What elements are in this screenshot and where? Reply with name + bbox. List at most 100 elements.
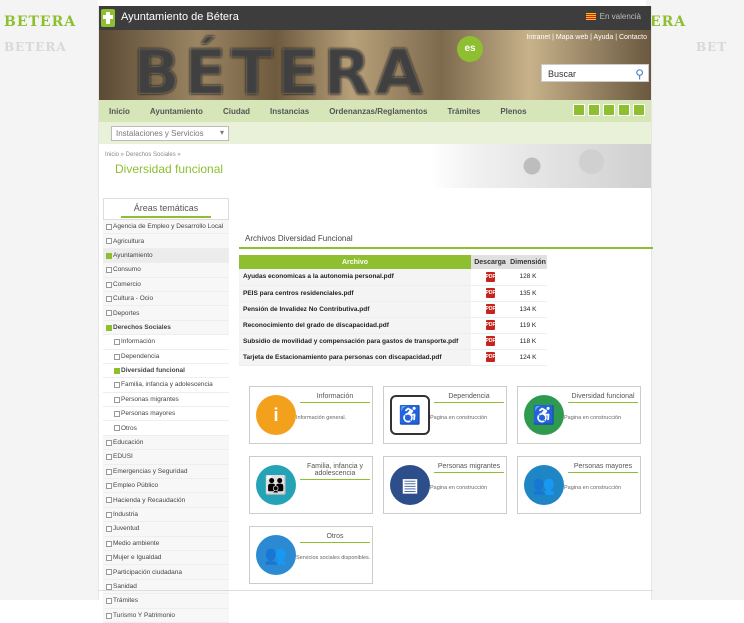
sidebar-item[interactable]: Familia, infancia y adolescencia	[103, 378, 229, 393]
sidebar-item[interactable]: Industria	[103, 507, 229, 523]
service-card[interactable]: 👥 Otros Servicios sociales disponibles.	[249, 526, 373, 584]
form-icon[interactable]	[588, 104, 600, 116]
file-name-link[interactable]: Ayudas economicas a la autonomia persona…	[239, 269, 471, 286]
banner: BÉTERA es Intranet | Mapa web | Ayuda | …	[99, 30, 651, 100]
sidebar-item[interactable]: Participación ciudadana	[103, 565, 229, 580]
language-switch[interactable]: En valencià	[585, 12, 641, 21]
service-card[interactable]: ♿ Dependencia Pagina en construcción	[383, 386, 507, 444]
service-card[interactable]: 👪 Familia, infancia y adolescencia	[249, 456, 373, 514]
pdf-download-icon[interactable]: PDF	[485, 352, 496, 362]
pdf-download-icon[interactable]: PDF	[485, 304, 496, 314]
sidebar-item[interactable]: Dependencia	[103, 349, 229, 364]
card-description: Pagina en construcción	[430, 485, 488, 491]
sidebar-item[interactable]: Información	[103, 335, 229, 350]
footer-divider	[99, 590, 653, 591]
sidebar-item[interactable]: Personas mayores	[103, 407, 229, 422]
sidebar-item[interactable]: Trámites	[103, 594, 229, 609]
family-icon: 👪	[256, 465, 296, 505]
sidebar-item[interactable]: Educación	[103, 435, 229, 451]
sidebar-item[interactable]: Comercio	[103, 277, 229, 292]
sidebar-item[interactable]: Consumo	[103, 263, 229, 278]
service-card[interactable]: ♿ Diversidad funcional Pagina en construcc…	[517, 386, 641, 444]
calendar-icon[interactable]	[603, 104, 615, 116]
sidebar: Áreas temáticas Agencia de Empleo y Desa…	[103, 198, 229, 623]
service-card[interactable]: ▤ Personas migrantes Pagina en construcció…	[383, 456, 507, 514]
nav-item-instancias[interactable]: Instancias	[270, 107, 309, 116]
column-descarga: Descarga	[471, 255, 509, 269]
left-logo-top: BETERA	[4, 14, 77, 30]
services-select[interactable]: Instalaciones y Servicios ▾	[111, 126, 229, 141]
chevron-down-icon: ▾	[219, 128, 224, 137]
nav-item-tramites[interactable]: Trámites	[447, 107, 480, 116]
sidebar-item[interactable]: Medio ambiente	[103, 536, 229, 551]
nav-item-inicio[interactable]: Inicio	[109, 107, 130, 116]
top-links[interactable]: Intranet | Mapa web | Ayuda | Contacto	[526, 34, 647, 41]
card-description: Información general.	[296, 415, 347, 421]
card-title: Familia, infancia y adolescencia	[300, 463, 370, 480]
sidebar-item[interactable]: Diversidad funcional	[103, 363, 229, 379]
sidebar-item[interactable]: Otros	[103, 421, 229, 436]
file-size: 128 K	[509, 269, 547, 286]
content: Archivos Diversidad Funcional Archivo De…	[239, 230, 653, 584]
card-description: Servicios sociales disponibles.	[296, 555, 371, 561]
file-name-link[interactable]: Pensión de Invalidez No Contributiva.pdf	[239, 301, 471, 318]
pdf-download-icon[interactable]: PDF	[485, 271, 496, 282]
accessibility-icon[interactable]	[633, 104, 645, 116]
search-input[interactable]: Buscar ⚲	[541, 64, 649, 82]
document-icon[interactable]	[573, 104, 585, 116]
service-card[interactable]: i Información Información general.	[249, 386, 373, 444]
sidebar-item[interactable]: Derechos Sociales	[103, 320, 229, 336]
pdf-download-icon[interactable]: PDF	[485, 336, 496, 346]
sidebar-item[interactable]: Personas migrantes	[103, 392, 229, 408]
sidebar-item[interactable]: Mujer e Igualdad	[103, 550, 229, 566]
pdf-download-icon[interactable]: PDF	[485, 320, 496, 330]
card-title: Personas mayores	[568, 463, 638, 473]
sidebar-item[interactable]: Empleo Público	[103, 479, 229, 494]
card-title: Diversidad funcional	[568, 393, 638, 403]
sidebar-item[interactable]: Hacienda y Recaudación	[103, 493, 229, 508]
sidebar-item[interactable]: EDUSI	[103, 450, 229, 465]
table-row: Reconocimiento del grado de discapacidad…	[239, 317, 547, 334]
sidebar-item[interactable]: Deportes	[103, 306, 229, 321]
search-icon[interactable]: ⚲	[635, 67, 644, 81]
page-title: Diversidad funcional	[115, 162, 224, 176]
table-row: Tarjeta de Estacionamiento para personas…	[239, 349, 547, 366]
sidebar-item[interactable]: Sanidad	[103, 579, 229, 595]
table-row: PEIS para centros residenciales.pdf PDF 13…	[239, 285, 547, 302]
file-name-link[interactable]: Reconocimiento del grado de discapacidad…	[239, 317, 471, 334]
file-size: 124 K	[509, 349, 547, 366]
elderly-icon: 👥	[524, 465, 564, 505]
es-badge: es	[457, 36, 483, 62]
pdf-download-icon[interactable]: PDF	[485, 288, 496, 298]
table-row: Ayudas economicas a la autonomia persona…	[239, 269, 547, 286]
site-title: Ayuntamiento de Bétera	[121, 11, 239, 23]
sidebar-item[interactable]: Agricultura	[103, 234, 229, 249]
nav-item-plenos[interactable]: Plenos	[500, 107, 526, 116]
sidebar-item[interactable]: Emergencias y Seguridad	[103, 464, 229, 480]
service-card[interactable]: 👥 Personas mayores Pagina en construcción	[517, 456, 641, 514]
sidebar-item[interactable]: Turismo Y Patrimonio	[103, 608, 229, 623]
file-name-link[interactable]: Tarjeta de Estacionamiento para personas…	[239, 349, 471, 366]
file-name-link[interactable]: Subsidio de movilidad y compensación par…	[239, 333, 471, 350]
column-archivo: Archivo	[239, 255, 471, 269]
sidebar-item[interactable]: Cultura - Ocio	[103, 291, 229, 307]
nav-item-ciudad[interactable]: Ciudad	[223, 107, 250, 116]
sidebar-item[interactable]: Ayuntamiento	[103, 248, 229, 264]
sidebar-item[interactable]: Juventud	[103, 522, 229, 537]
sidebar-title: Áreas temáticas	[103, 198, 229, 220]
card-title: Otros	[300, 533, 370, 543]
main-page: Ayuntamiento de Bétera En valencià BÉTER…	[98, 6, 653, 623]
main-nav: Inicio Ayuntamiento Ciudad Instancias Or…	[99, 100, 651, 122]
nav-item-ayuntamiento[interactable]: Ayuntamiento	[150, 107, 203, 116]
download-cell: PDF	[471, 349, 509, 366]
file-name-link[interactable]: PEIS para centros residenciales.pdf	[239, 285, 471, 302]
screen-icon[interactable]	[618, 104, 630, 116]
table-row: Pensión de Invalidez No Contributiva.pdf…	[239, 301, 547, 318]
download-cell: PDF	[471, 301, 509, 318]
sidebar-item[interactable]: Agencia de Empleo y Desarrollo Local	[103, 220, 229, 235]
nav-item-ordenanzas[interactable]: Ordenanzas/Reglamentos	[329, 107, 427, 116]
card-description: Pagina en construcción	[564, 415, 622, 421]
banner-word: BÉTERA	[133, 36, 427, 100]
sidebar-list: Agencia de Empleo y Desarrollo Local Agri…	[103, 220, 229, 623]
breadcrumb[interactable]: Inicio » Derechos Sociales »	[105, 152, 181, 158]
